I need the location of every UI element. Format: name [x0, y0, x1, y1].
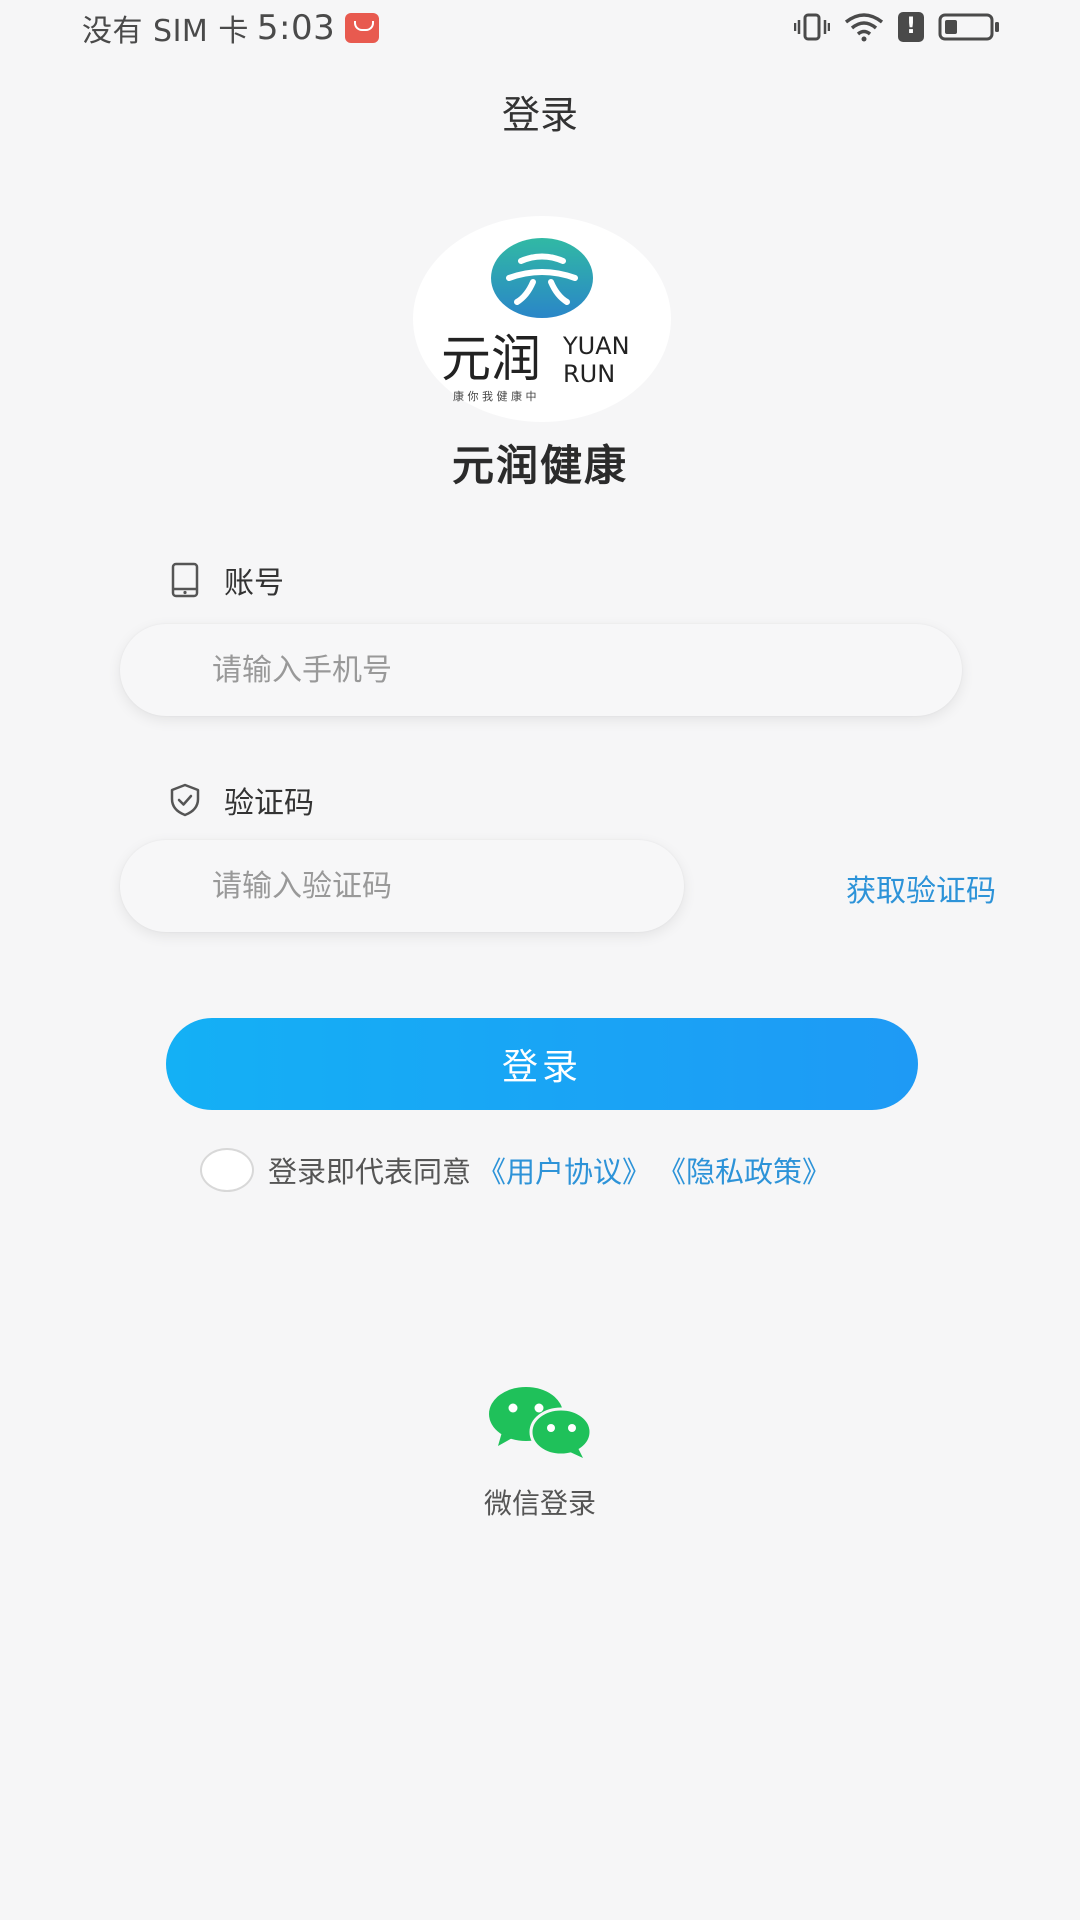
agree-checkbox[interactable] [200, 1148, 254, 1192]
agreement-row: 登录即代表同意 《用户协议》 《隐私政策》 [200, 1148, 831, 1192]
account-label-text: 账号 [224, 566, 284, 601]
code-label-text: 验证码 [224, 786, 314, 821]
wifi-icon [844, 13, 884, 42]
phone-input-wrapper [120, 624, 962, 716]
svg-text:RUN: RUN [563, 360, 615, 388]
login-button[interactable]: 登录 [166, 1018, 918, 1110]
app-store-icon [345, 13, 380, 43]
get-code-button[interactable]: 获取验证码 [846, 866, 996, 910]
wechat-login: 微信登录 [0, 1386, 1080, 1522]
agreement-text: 登录即代表同意 [268, 1155, 472, 1189]
code-input[interactable] [212, 840, 656, 932]
status-bar: 没有 SIM 卡 5:03 ! [0, 0, 1080, 58]
code-label: 验证码 [168, 778, 314, 822]
svg-text:康 你 我 健 康 中: 康 你 我 健 康 中 [453, 389, 536, 403]
page-title: 登录 [501, 93, 578, 137]
status-left: 没有 SIM 卡 5:03 [82, 6, 380, 50]
status-right: ! [794, 12, 1000, 42]
carrier-text: 没有 SIM 卡 [82, 14, 249, 49]
user-agreement-link[interactable]: 《用户协议》 [477, 1149, 651, 1191]
privacy-policy-link[interactable]: 《隐私政策》 [657, 1149, 831, 1191]
battery-icon [938, 13, 999, 41]
logo-emblem: 元润 YUAN RUN 康 你 我 健 康 中 [441, 238, 630, 403]
phone-icon [171, 562, 199, 598]
clock: 5:03 [256, 8, 336, 48]
svg-text:YUAN: YUAN [562, 332, 630, 360]
wechat-icon[interactable] [486, 1386, 594, 1460]
sim-alert-icon: ! [898, 12, 924, 42]
code-input-wrapper [120, 840, 684, 932]
phone-input[interactable] [212, 624, 934, 716]
brand-name: 元润健康 [451, 441, 628, 490]
account-label: 账号 [168, 558, 284, 602]
wechat-login-label[interactable]: 微信登录 [0, 1482, 1080, 1522]
vibrate-icon [794, 13, 830, 41]
svg-text:元润: 元润 [441, 330, 541, 388]
app-logo: 元润 YUAN RUN 康 你 我 健 康 中 [413, 216, 671, 422]
shield-icon [170, 783, 200, 817]
